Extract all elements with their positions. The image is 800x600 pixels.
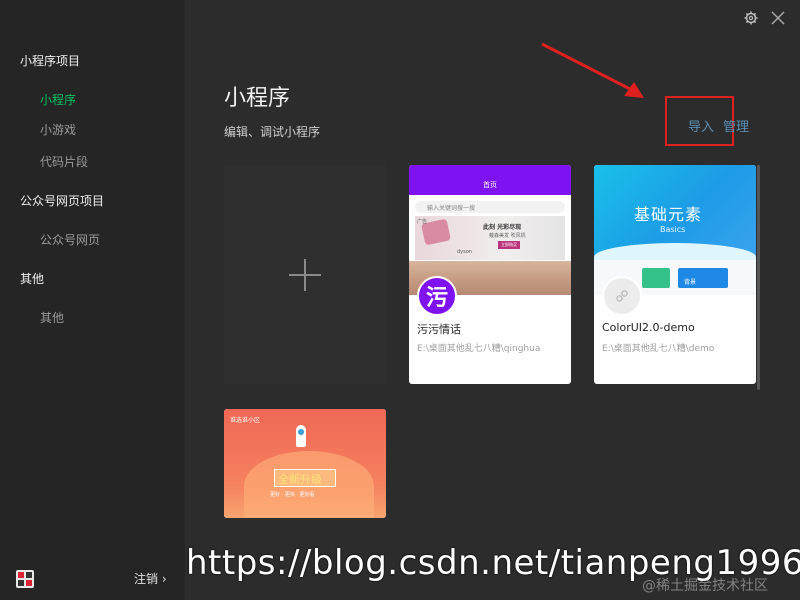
nav-group-official-account: 公众号网页项目 [20,194,105,208]
nav-item-code-snippet[interactable]: 代码片段 [40,153,88,170]
watermark-sub: @稀土掘金技术社区 [642,578,768,594]
preview-banner-title: 基础元素 [634,205,703,224]
project-path: E:\桌面其他乱七八糟\qinghua [417,344,541,354]
nav-item-minigame[interactable]: 小游戏 [40,121,76,138]
scrollbar[interactable] [757,165,760,390]
nav-item-official-web[interactable]: 公众号网页 [40,231,100,248]
preview-center-text: 全新升级 [278,473,322,486]
manage-button[interactable]: 管理 [723,116,749,135]
project-card[interactable]: 谁选谁小区 全新升级 更好 · 更快 · 更好看 [224,409,386,518]
project-name: 污污情话 [417,323,461,336]
avatar[interactable] [16,570,34,588]
nav-item-other[interactable]: 其他 [40,309,64,326]
preview-search: 输入关键词搜一搜 [427,205,476,212]
preview-header: 首页 [483,181,497,189]
annotation-arrow-icon [541,42,644,98]
project-preview: 谁选谁小区 全新升级 更好 · 更快 · 更好看 [224,409,386,518]
gear-icon[interactable] [744,10,758,30]
project-logo [602,276,642,316]
project-card[interactable]: 首页 输入关键词搜一搜 广告 此刻 光彩尽现 戴森美发 吹风机 立即购买 dys… [409,165,571,384]
project-name: ColorUI2.0-demo [602,321,695,334]
page-subtitle: 编辑、调试小程序 [224,125,321,139]
window-controls [744,10,786,30]
new-project-card[interactable] [224,165,386,384]
project-card[interactable]: 基础元素 Basics 背景 ColorUI2.0-demo E:\桌面其他乱七… [594,165,756,384]
nav-group-miniprogram: 小程序项目 [20,54,81,68]
sidebar: 小程序项目 小程序 小游戏 代码片段 公众号网页项目 公众号网页 其他 其他 注… [0,0,185,600]
import-button[interactable]: 导入 [688,116,714,135]
link-icon [616,290,628,302]
close-icon[interactable] [770,10,786,30]
nav-item-miniprogram[interactable]: 小程序 [40,91,76,108]
project-path: E:\桌面其他乱七八糟\demo [602,344,715,354]
logout-button[interactable]: 注销 › [134,570,167,587]
nav-group-other: 其他 [20,272,45,286]
page-title: 小程序 [224,86,291,111]
project-logo: 污 [417,276,457,316]
